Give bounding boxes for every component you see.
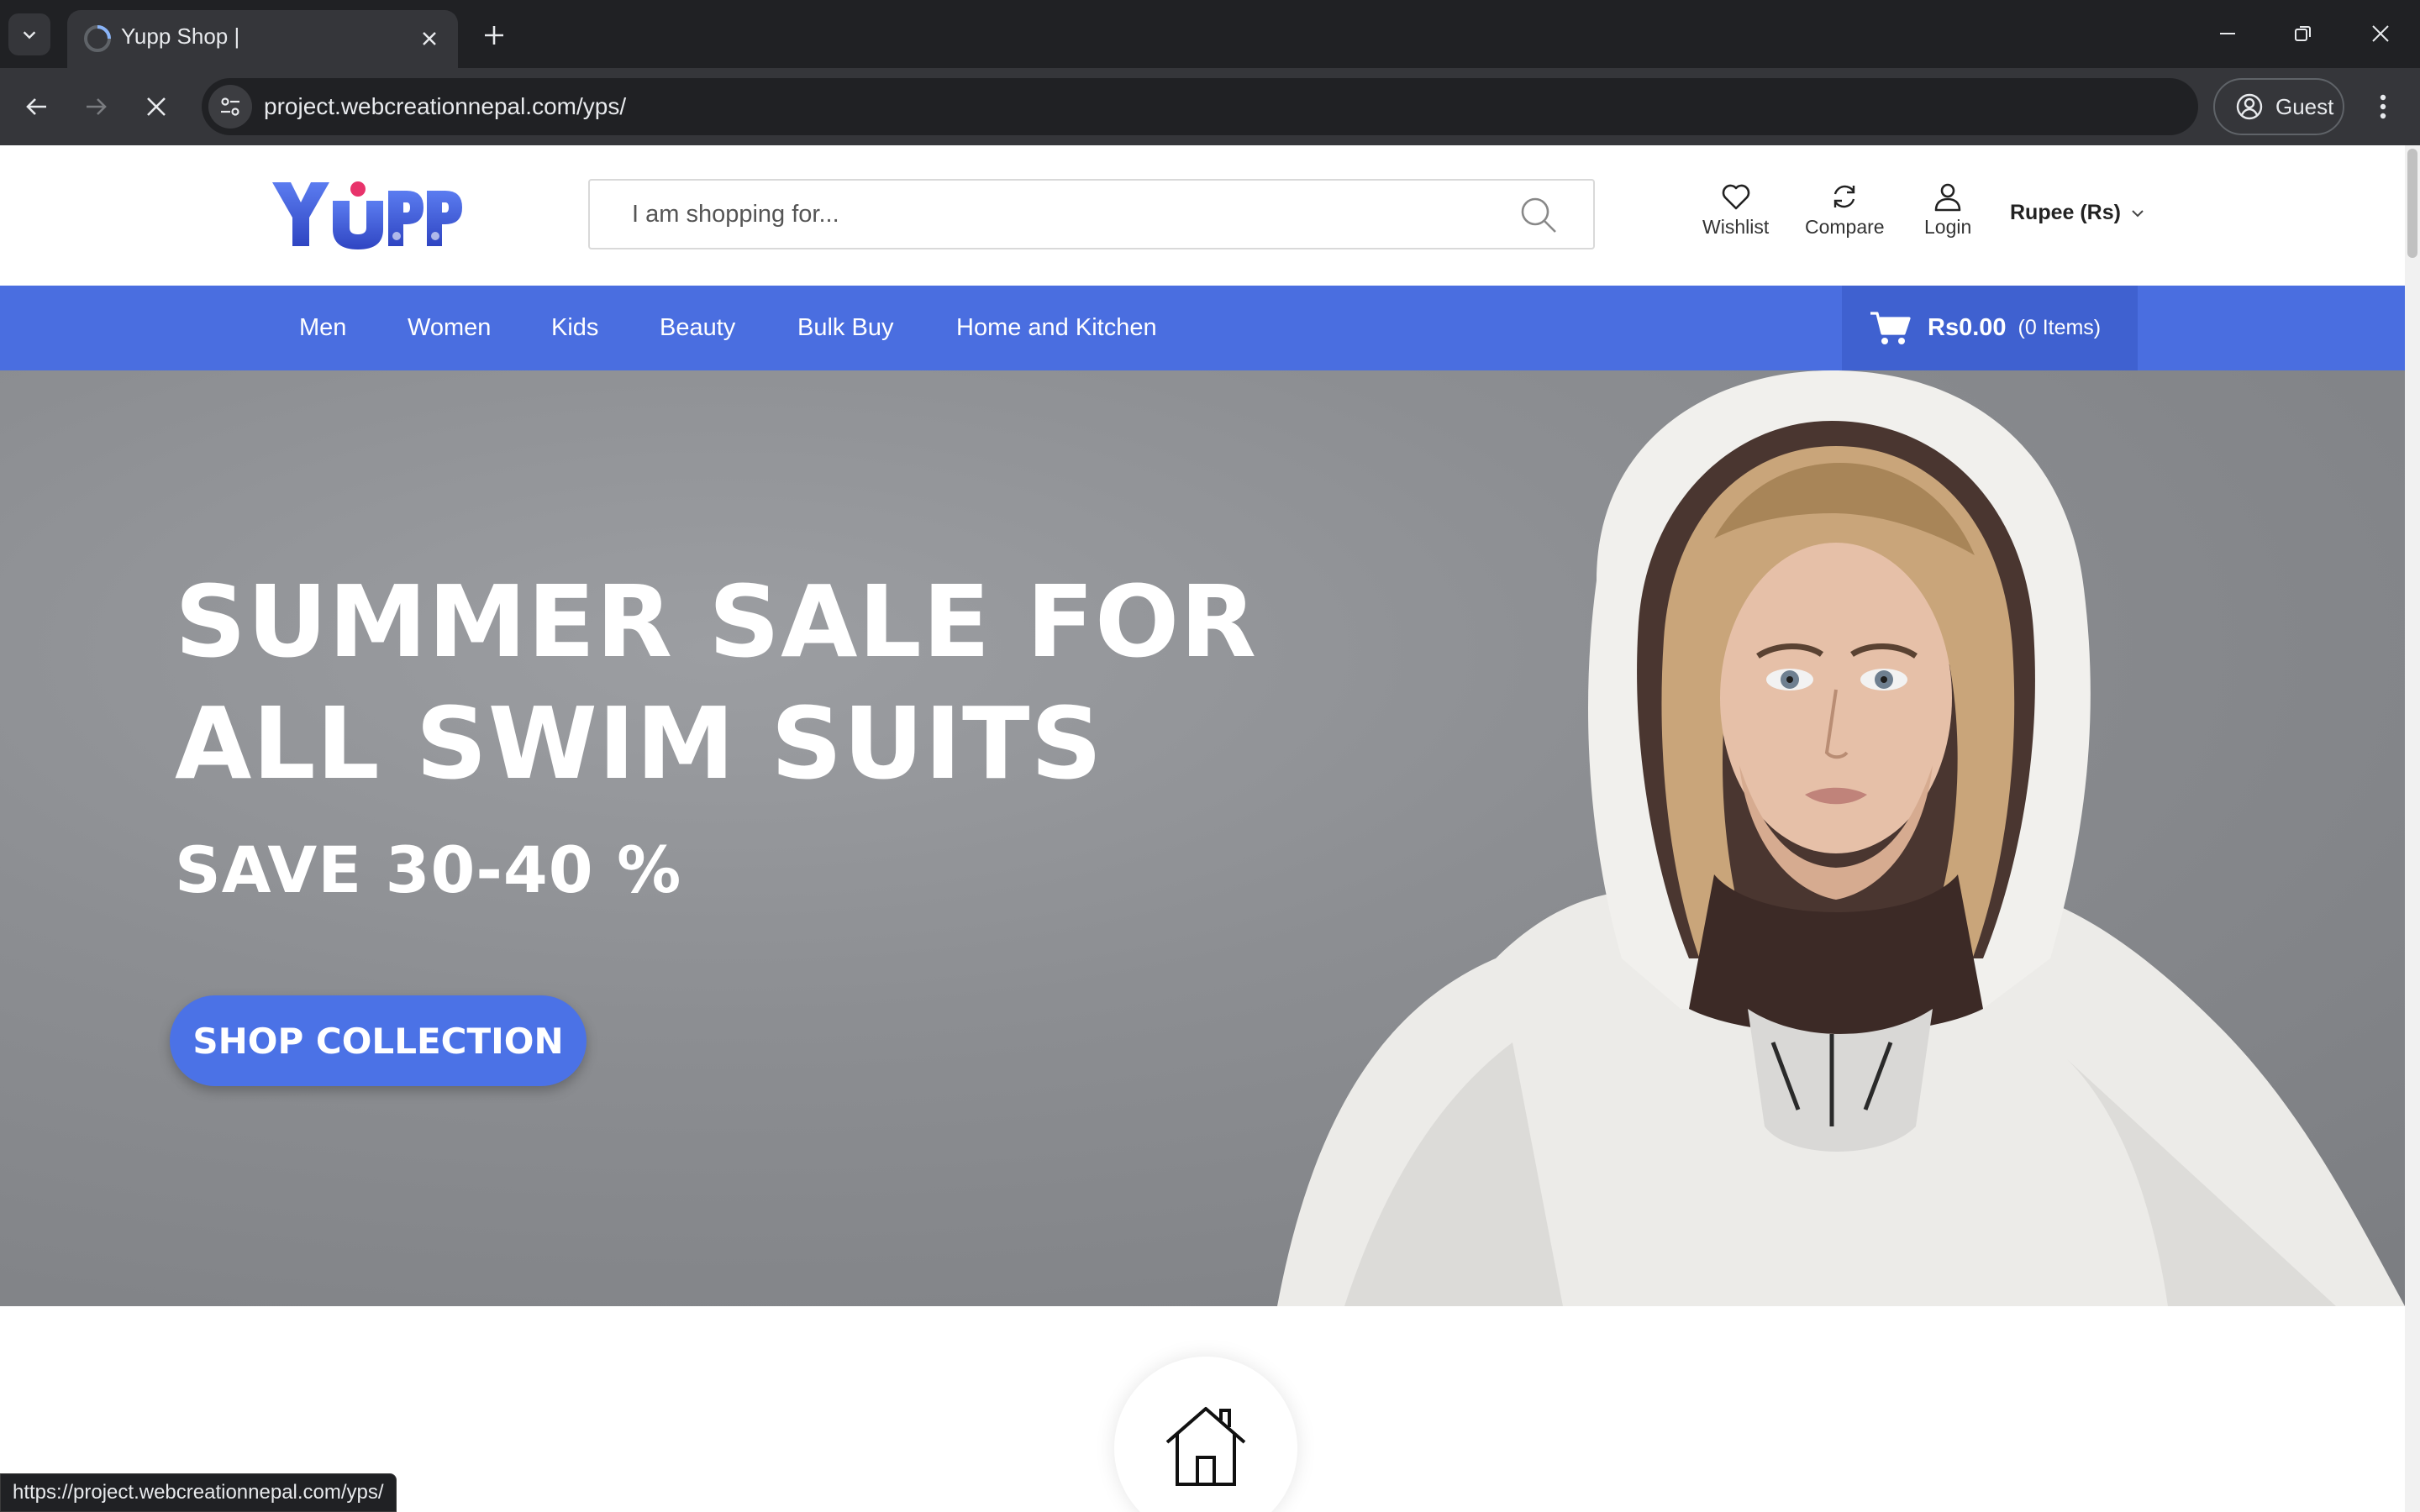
nav-item-kids[interactable]: Kids (551, 311, 598, 344)
close-window-button[interactable] (2351, 8, 2410, 59)
web-page: Wishlist Compare Login Rupee (Rs) Men Wo… (0, 145, 2420, 1512)
close-icon (2372, 25, 2389, 42)
profile-label: Guest (2275, 93, 2334, 119)
tab-title: Yupp Shop | (121, 24, 240, 49)
heart-icon (1722, 184, 1749, 210)
hero-headline-line-1: SUMMER SALE FOR (175, 564, 1258, 680)
hero-headline-line-2: ALL SWIM SUITS (175, 685, 1103, 801)
restore-icon (2295, 26, 2311, 41)
url-text: project.webcreationnepal.com/yps/ (264, 93, 627, 119)
browser-tab-strip: Yupp Shop | (0, 0, 2420, 68)
forward-arrow-icon (87, 98, 107, 115)
currency-label: Rupee (Rs) (2010, 201, 2121, 224)
cart-total: Rs0.00 (1928, 314, 2007, 341)
nav-item-women[interactable]: Women (408, 311, 491, 344)
wishlist-link[interactable]: Wishlist (1702, 181, 1769, 239)
new-tab-button[interactable] (474, 15, 514, 55)
profile-button[interactable]: Guest (2213, 78, 2344, 135)
browser-menu-button[interactable] (2361, 85, 2405, 129)
wishlist-label: Wishlist (1702, 216, 1770, 238)
search-box (588, 179, 1595, 249)
user-icon (1934, 183, 1961, 212)
nav-item-bulk-buy[interactable]: Bulk Buy (797, 311, 893, 344)
compare-label: Compare (1805, 216, 1885, 238)
hero-model-image (1277, 370, 2405, 1306)
site-header: Wishlist Compare Login Rupee (Rs) (0, 145, 2405, 286)
plus-icon (485, 26, 503, 45)
refresh-icon (1834, 185, 1855, 208)
cart-item-count: (0 Items) (2018, 316, 2102, 339)
forward-button[interactable] (74, 85, 118, 129)
nav-item-men[interactable]: Men (299, 311, 346, 344)
tab-close-button[interactable] (413, 22, 446, 55)
tune-icon (221, 97, 239, 116)
shop-collection-button[interactable]: SHOP COLLECTION (170, 995, 587, 1086)
tab-search-button[interactable] (8, 13, 50, 55)
site-logo[interactable] (271, 177, 464, 251)
category-home-button[interactable] (1114, 1357, 1297, 1512)
home-icon (1165, 1407, 1246, 1486)
status-bar-url: https://project.webcreationnepal.com/yps… (0, 1473, 397, 1512)
minimize-button[interactable] (2198, 8, 2257, 59)
site-info-button[interactable] (208, 85, 252, 129)
browser-toolbar: project.webcreationnepal.com/yps/ Guest (0, 68, 2420, 145)
page-scrollbar[interactable] (2405, 145, 2420, 1512)
close-icon (423, 32, 436, 45)
profile-icon (2236, 93, 2263, 120)
search-input[interactable] (632, 181, 1472, 248)
nav-item-beauty[interactable]: Beauty (660, 311, 735, 344)
close-icon (147, 97, 166, 116)
main-navigation: Men Women Kids Beauty Bulk Buy Home and … (0, 286, 2405, 370)
stop-loading-button[interactable] (134, 85, 178, 129)
chevron-down-icon (23, 31, 36, 39)
browser-tab[interactable]: Yupp Shop | (67, 10, 458, 68)
nav-item-home-and-kitchen[interactable]: Home and Kitchen (956, 311, 1157, 344)
login-label: Login (1924, 216, 1972, 238)
hero-subheadline: SAVE 30-40 % (175, 832, 682, 907)
back-button[interactable] (15, 85, 59, 129)
hero-banner: SUMMER SALE FOR ALL SWIM SUITS SAVE 30-4… (0, 370, 2405, 1306)
restore-button[interactable] (2274, 8, 2333, 59)
address-bar[interactable]: project.webcreationnepal.com/yps/ (202, 78, 2198, 135)
currency-selector[interactable]: Rupee (Rs) (2010, 201, 2144, 225)
shopping-cart-icon (1870, 311, 1911, 344)
minimize-icon (2220, 33, 2235, 34)
back-arrow-icon (26, 98, 46, 115)
compare-link[interactable]: Compare (1805, 181, 1885, 239)
chevron-down-icon (2132, 209, 2144, 217)
cart-button[interactable]: Rs0.00 (0 Items) (1842, 286, 2138, 370)
more-vert-icon (2380, 94, 2386, 119)
scrollbar-thumb[interactable] (2407, 149, 2417, 258)
loading-favicon-icon (84, 25, 111, 52)
login-link[interactable]: Login (1924, 181, 1971, 239)
search-icon[interactable] (1519, 196, 1558, 234)
